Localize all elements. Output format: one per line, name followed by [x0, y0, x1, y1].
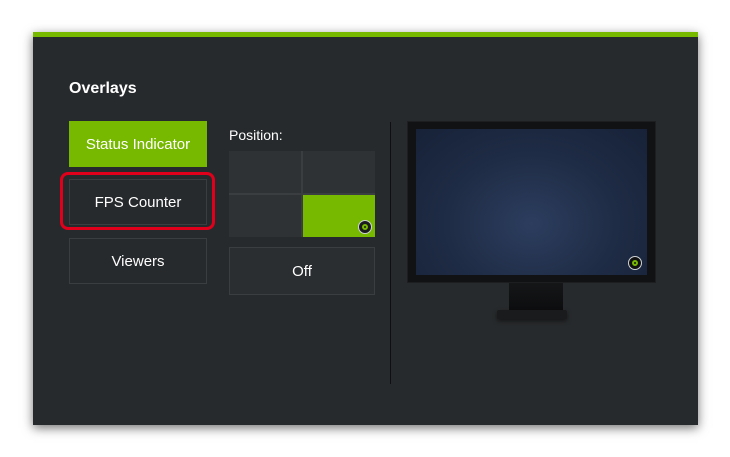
position-off-button[interactable]: Off — [229, 247, 375, 295]
position-grid — [229, 151, 375, 237]
status-indicator-button[interactable]: Status Indicator — [69, 121, 207, 167]
position-top-left[interactable] — [229, 151, 301, 193]
monitor-stand-base — [497, 310, 567, 319]
monitor-stand-neck — [509, 283, 563, 311]
position-top-right[interactable] — [303, 151, 375, 193]
divider — [390, 122, 391, 384]
monitor-screen — [416, 129, 647, 275]
position-bottom-left[interactable] — [229, 195, 301, 237]
fps-counter-button[interactable]: FPS Counter — [69, 179, 207, 225]
status-indicator-icon — [628, 256, 642, 270]
panel-title: Overlays — [69, 80, 137, 97]
position-bottom-right[interactable] — [303, 195, 375, 237]
accent-bar — [33, 32, 698, 37]
overlays-panel: Overlays Status Indicator FPS Counter Vi… — [33, 32, 698, 425]
status-indicator-icon — [358, 220, 372, 234]
position-label: Position: — [229, 127, 283, 143]
monitor-preview — [407, 121, 656, 283]
viewers-button[interactable]: Viewers — [69, 238, 207, 284]
